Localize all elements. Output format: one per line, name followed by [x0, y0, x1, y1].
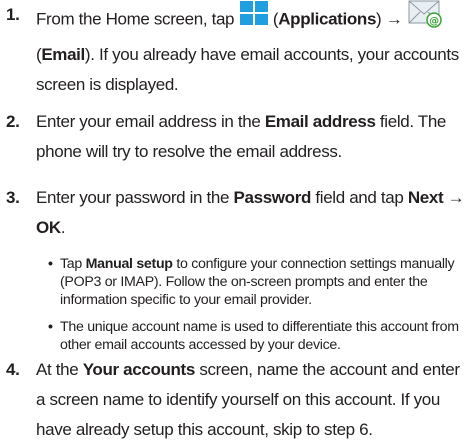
ok-label: OK [36, 218, 61, 237]
step-1: 1. From the Home screen, tap (Applicatio… [6, 0, 468, 100]
email-address-field-name: Email address [264, 112, 376, 131]
applications-label: Applications [278, 9, 377, 29]
step-3: 3. Enter your password in the Password f… [6, 183, 468, 243]
step-text: Enter your password in the Password fiel… [36, 188, 465, 237]
email-envelope-icon: @ [407, 0, 443, 38]
svg-text:@: @ [429, 16, 439, 27]
step-text: Enter your email address in the Email ad… [36, 112, 447, 161]
your-accounts-label: Your accounts [82, 360, 196, 379]
next-label: Next [407, 188, 444, 207]
manual-setup-label: Manual setup [85, 256, 173, 272]
list-item: • Tap Manual setup to configure your con… [48, 256, 455, 308]
step-4: 4. At the Your accounts screen, name the… [6, 355, 468, 445]
password-field-name: Password [233, 188, 312, 207]
email-label: Email [41, 45, 85, 64]
applications-grid-icon [239, 0, 269, 36]
step-number: 1. [6, 5, 20, 24]
step-3-notes: • Tap Manual setup to configure your con… [48, 255, 468, 363]
step-2: 2. Enter your email address in the Email… [6, 107, 468, 167]
step-text: At the Your accounts screen, name the ac… [36, 360, 460, 439]
step-text: From the Home screen, tap (Applications)… [36, 0, 468, 100]
list-item: • The unique account name is used to dif… [48, 319, 459, 353]
step-number: 4. [6, 360, 20, 379]
manual-page: 1. From the Home screen, tap (Applicatio… [0, 0, 473, 447]
step-number: 3. [6, 188, 20, 207]
step-number: 2. [6, 112, 20, 131]
